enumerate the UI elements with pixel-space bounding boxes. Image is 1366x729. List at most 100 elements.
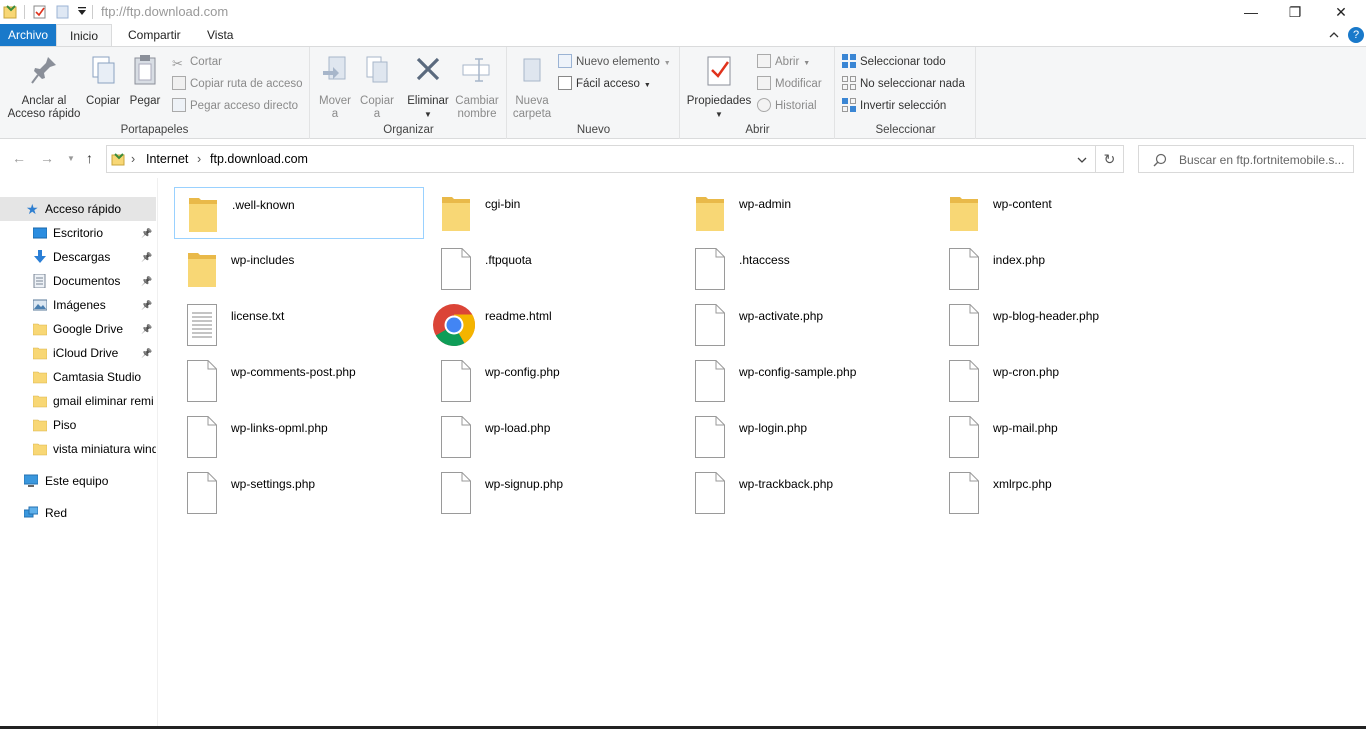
- breadcrumb-ftp-download[interactable]: ftp.download.com: [210, 152, 308, 166]
- invert-selection-button[interactable]: Invertir selección: [842, 96, 946, 116]
- file-item[interactable]: wp-config.php: [428, 355, 678, 407]
- title-bar: ftp://ftp.download.com — ❐ ✕: [0, 0, 1366, 24]
- sidebar-item-5[interactable]: Google Drive 📌: [0, 317, 156, 341]
- address-dropdown-chevron-icon[interactable]: [1077, 155, 1087, 165]
- select-all-label: Seleccionar todo: [860, 56, 946, 68]
- pin-icon[interactable]: 📌: [141, 245, 152, 269]
- sidebar-item-8[interactable]: gmail eliminar remi: [0, 389, 156, 413]
- tab-share[interactable]: Compartir: [116, 24, 193, 46]
- recent-locations-chevron-icon[interactable]: ▼: [67, 154, 75, 163]
- pin-icon[interactable]: 📌: [141, 293, 152, 317]
- customize-toolbar-icon[interactable]: [74, 4, 90, 20]
- move-to-button[interactable]: Mover a: [317, 51, 353, 121]
- file-item[interactable]: wp-load.php: [428, 411, 678, 463]
- file-item[interactable]: wp-admin: [682, 187, 932, 239]
- sidebar-item-6[interactable]: iCloud Drive 📌: [0, 341, 156, 365]
- sidebar-item-1[interactable]: Escritorio 📌: [0, 221, 156, 245]
- delete-button[interactable]: Eliminar ▼: [405, 51, 451, 121]
- sidebar-item-quick-access[interactable]: ★ Acceso rápido: [0, 197, 156, 221]
- file-name: wp-activate.php: [739, 309, 824, 323]
- file-item[interactable]: wp-blog-header.php: [936, 299, 1186, 351]
- file-item[interactable]: wp-activate.php: [682, 299, 932, 351]
- sidebar-item-2[interactable]: Descargas 📌: [0, 245, 156, 269]
- file-item[interactable]: .ftpquota: [428, 243, 678, 295]
- minimize-button[interactable]: —: [1228, 0, 1274, 24]
- sidebar-item-7[interactable]: Camtasia Studio: [0, 365, 156, 389]
- file-item[interactable]: index.php: [936, 243, 1186, 295]
- pin-icon[interactable]: 📌: [141, 221, 152, 245]
- search-box[interactable]: Buscar en ftp.fortnitemobile.s...: [1138, 145, 1354, 173]
- pin-icon[interactable]: 📌: [141, 317, 152, 341]
- breadcrumb-internet[interactable]: Internet: [146, 152, 188, 166]
- documents-icon: [33, 274, 46, 288]
- forward-arrow-icon[interactable]: →: [40, 150, 54, 166]
- new-folder-quick-icon[interactable]: [55, 4, 71, 20]
- copy-to-button[interactable]: Copiar a: [357, 51, 397, 121]
- properties-quick-icon[interactable]: [32, 4, 48, 20]
- file-item[interactable]: .well-known: [174, 187, 424, 239]
- history-button[interactable]: Historial: [757, 96, 817, 116]
- new-item-button[interactable]: Nuevo elemento ▼: [558, 52, 671, 72]
- file-item[interactable]: wp-cron.php: [936, 355, 1186, 407]
- paste-shortcut-button[interactable]: Pegar acceso directo: [172, 96, 298, 116]
- sidebar-item-3[interactable]: Documentos 📌: [0, 269, 156, 293]
- copy-path-button[interactable]: Copiar ruta de acceso: [172, 74, 303, 94]
- new-folder-button[interactable]: Nueva carpeta: [512, 51, 552, 121]
- sidebar-item-this-pc[interactable]: Este equipo: [0, 469, 156, 493]
- file-item[interactable]: readme.html: [428, 299, 678, 351]
- back-arrow-icon[interactable]: ←: [12, 150, 26, 166]
- file-item[interactable]: cgi-bin: [428, 187, 678, 239]
- folder-icon: [189, 198, 217, 232]
- file-name: wp-admin: [739, 197, 792, 211]
- file-item[interactable]: wp-content: [936, 187, 1186, 239]
- copy-button[interactable]: Copiar: [84, 51, 122, 108]
- cut-label: Cortar: [190, 56, 222, 68]
- file-item[interactable]: wp-settings.php: [174, 467, 424, 519]
- chevron-up-icon[interactable]: [1328, 29, 1340, 41]
- folder-icon: [33, 419, 47, 432]
- sidebar-item-10[interactable]: vista miniatura wind: [0, 437, 156, 461]
- refresh-button[interactable]: ↻: [1096, 145, 1124, 173]
- edit-button[interactable]: Modificar: [757, 74, 822, 94]
- file-item[interactable]: xmlrpc.php: [936, 467, 1186, 519]
- close-button[interactable]: ✕: [1318, 0, 1364, 24]
- file-item[interactable]: wp-includes: [174, 243, 424, 295]
- file-icon: [695, 416, 725, 458]
- select-all-button[interactable]: Seleccionar todo: [842, 52, 946, 72]
- file-item[interactable]: license.txt: [174, 299, 424, 351]
- sidebar-item-9[interactable]: Piso: [0, 413, 156, 437]
- address-bar[interactable]: › Internet › ftp.download.com: [106, 145, 1096, 173]
- sidebar-item-4[interactable]: Imágenes 📌: [0, 293, 156, 317]
- file-item[interactable]: wp-login.php: [682, 411, 932, 463]
- help-icon[interactable]: ?: [1348, 27, 1364, 43]
- tab-file[interactable]: Archivo: [0, 24, 56, 46]
- file-name: wp-links-opml.php: [231, 421, 328, 435]
- maximize-button[interactable]: ❐: [1272, 0, 1318, 24]
- sidebar-item-network[interactable]: Red: [0, 501, 156, 525]
- easy-access-button[interactable]: Fácil acceso ▼: [558, 74, 651, 94]
- tab-view[interactable]: Vista: [195, 24, 245, 46]
- cut-button[interactable]: ✂ Cortar: [172, 52, 222, 72]
- rename-button[interactable]: Cambiar nombre: [453, 51, 501, 121]
- pin-icon[interactable]: 📌: [141, 269, 152, 293]
- file-item[interactable]: wp-mail.php: [936, 411, 1186, 463]
- file-item[interactable]: wp-config-sample.php: [682, 355, 932, 407]
- pin-icon[interactable]: 📌: [141, 341, 152, 365]
- star-icon: ★: [26, 201, 39, 217]
- tab-home[interactable]: Inicio: [56, 24, 112, 46]
- pin-label-line2: Acceso rápido: [7, 108, 81, 120]
- up-arrow-icon[interactable]: ↑: [86, 150, 93, 166]
- pin-quick-access-button[interactable]: Anclar al Acceso rápido: [6, 51, 82, 121]
- file-item[interactable]: .htaccess: [682, 243, 932, 295]
- file-item[interactable]: wp-signup.php: [428, 467, 678, 519]
- properties-button[interactable]: Propiedades ▼: [683, 51, 755, 121]
- open-button[interactable]: Abrir ▼: [757, 52, 810, 72]
- organize-group: Mover a Copiar a Eliminar ▼ Cambiar nomb…: [311, 47, 507, 139]
- file-item[interactable]: wp-comments-post.php: [174, 355, 424, 407]
- paste-button[interactable]: Pegar: [126, 51, 164, 108]
- file-item[interactable]: wp-links-opml.php: [174, 411, 424, 463]
- copy-path-label: Copiar ruta de acceso: [190, 78, 303, 90]
- file-item[interactable]: wp-trackback.php: [682, 467, 932, 519]
- file-icon: [949, 248, 979, 290]
- select-none-button[interactable]: No seleccionar nada: [842, 74, 965, 94]
